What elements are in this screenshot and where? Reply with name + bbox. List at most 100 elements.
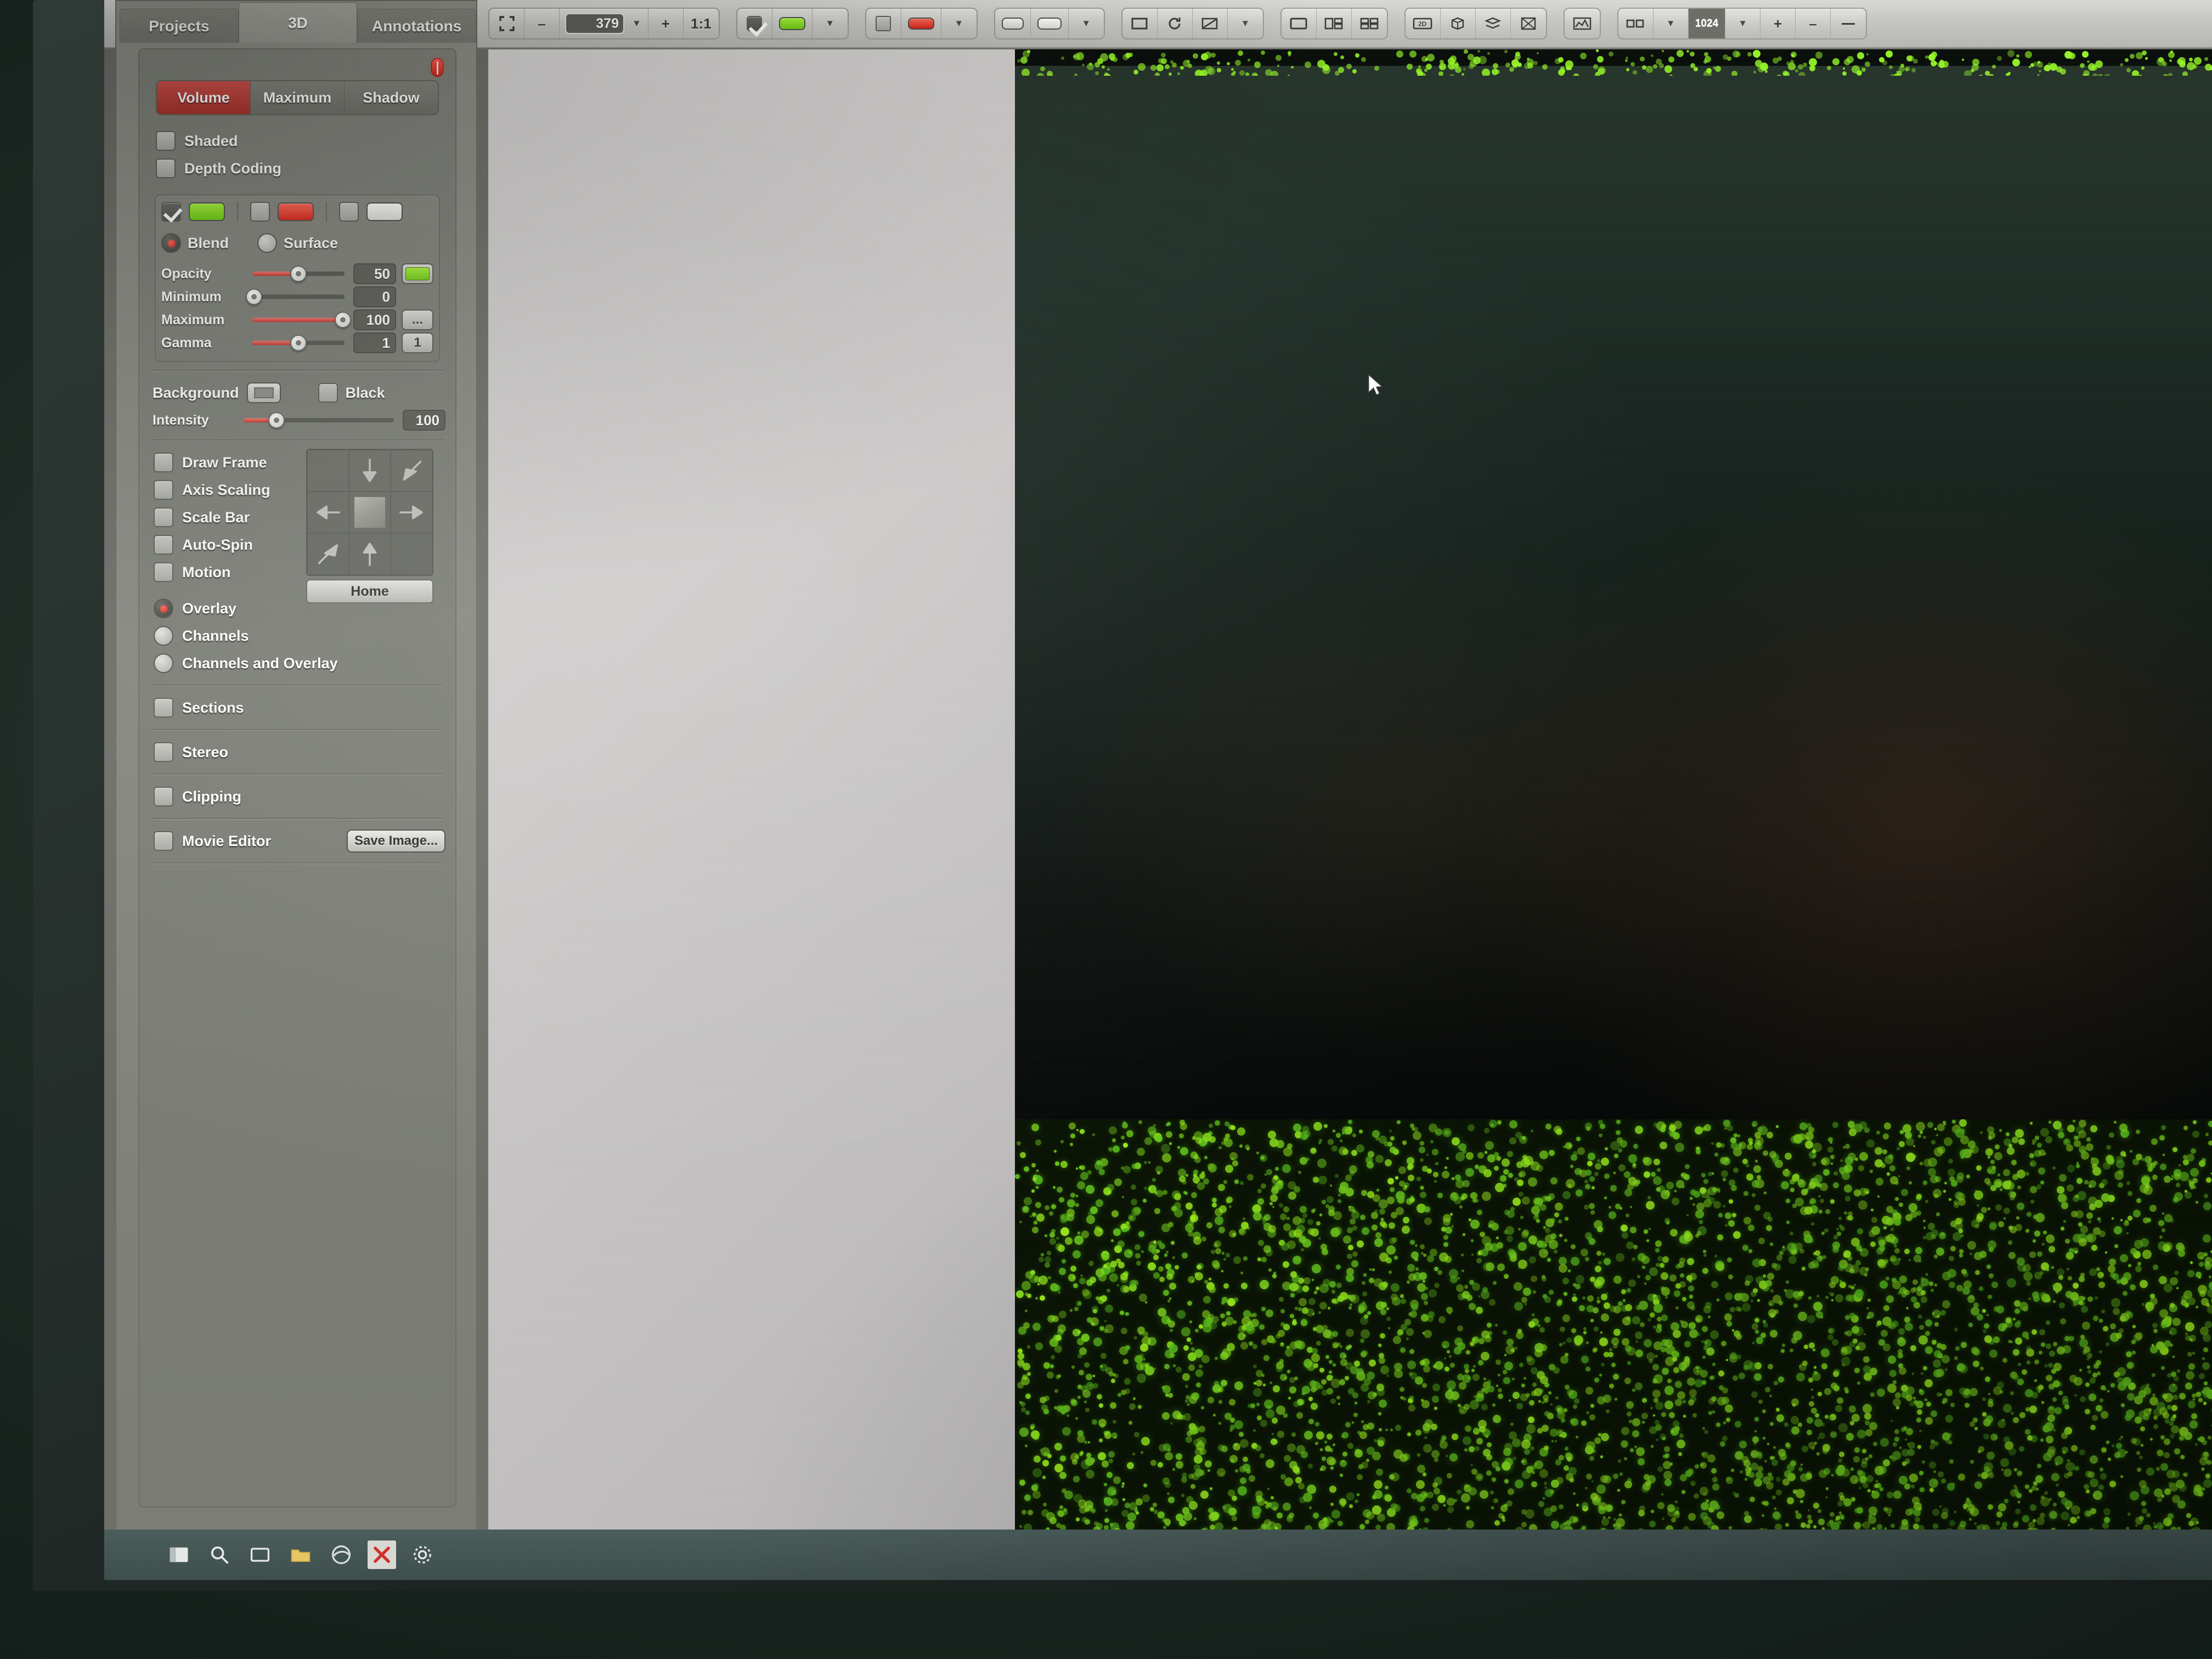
chevron-down-icon[interactable]: ▼	[1654, 9, 1689, 38]
chevron-down-icon[interactable]: ▼	[812, 9, 848, 38]
green-swatch-icon[interactable]	[772, 9, 812, 38]
checkbox-scale-bar[interactable]: Scale Bar	[154, 504, 329, 531]
refresh-icon[interactable]	[1158, 9, 1193, 38]
panel-icon[interactable]	[1122, 9, 1158, 38]
maximum-value[interactable]: 100	[353, 309, 396, 330]
shaded-checkbox[interactable]	[156, 131, 176, 151]
channels-and-overlay-radio[interactable]	[154, 653, 173, 673]
intensity-track[interactable]	[244, 412, 394, 428]
white-swatch-icon[interactable]	[1031, 9, 1069, 38]
channel-3-color-swatch[interactable]	[366, 202, 403, 221]
opacity-value[interactable]: 50	[353, 263, 396, 284]
zoom-value-field[interactable]: 379	[565, 13, 624, 34]
checkbox-clipping[interactable]: Clipping	[154, 783, 445, 810]
one-to-one-button[interactable]: 1:1	[684, 9, 719, 38]
status-badge[interactable]	[431, 58, 443, 77]
task-view-icon[interactable]	[246, 1541, 274, 1569]
tab-annotations[interactable]: Annotations	[357, 9, 477, 43]
zoom-in-button[interactable]: +	[648, 9, 684, 38]
pair-icon[interactable]	[1618, 9, 1654, 38]
file-explorer-icon[interactable]	[286, 1541, 315, 1569]
start-button-icon[interactable]	[165, 1541, 193, 1569]
stereo-checkbox[interactable]	[154, 742, 173, 762]
channel-1-color-swatch[interactable]	[189, 202, 225, 221]
single-pane-icon[interactable]	[1282, 9, 1317, 38]
minimum-thumb[interactable]	[246, 289, 263, 305]
histogram-icon[interactable]	[1565, 9, 1600, 38]
section-view-icon[interactable]	[1511, 9, 1546, 38]
fit-to-window-icon[interactable]	[489, 9, 524, 38]
tab-3d[interactable]: 3D	[238, 2, 358, 43]
surface-radio[interactable]	[257, 233, 278, 253]
arrow-down-left-icon[interactable]	[391, 450, 432, 492]
four-pane-icon[interactable]	[1352, 9, 1387, 38]
contrast-icon[interactable]	[1193, 9, 1228, 38]
orientation-cube[interactable]	[349, 492, 391, 533]
intensity-value[interactable]: 100	[403, 410, 445, 431]
checkbox-draw-frame[interactable]: Draw Frame	[154, 449, 329, 476]
chevron-down-icon[interactable]: ▼	[1069, 9, 1104, 38]
checkbox-axis-scaling[interactable]: Axis Scaling	[154, 476, 329, 504]
maximum-track[interactable]	[252, 312, 351, 328]
collapse-button[interactable]	[1831, 9, 1866, 38]
checkbox-stereo[interactable]: Stereo	[154, 738, 445, 766]
radio-overlay[interactable]: Overlay	[154, 595, 329, 622]
chevron-down-icon[interactable]: ▼	[1725, 9, 1761, 38]
arrow-up-left-icon[interactable]	[307, 533, 349, 575]
increment-button[interactable]: +	[1760, 9, 1796, 38]
auto-spin-checkbox[interactable]	[154, 535, 173, 555]
settings-gear-icon[interactable]	[408, 1541, 437, 1569]
background-black-checkbox[interactable]	[318, 383, 338, 403]
sections-checkbox[interactable]	[154, 698, 173, 718]
channel-2[interactable]	[250, 202, 327, 222]
tab-projects[interactable]: Projects	[120, 9, 239, 43]
imaris-app-icon[interactable]	[368, 1541, 396, 1569]
intensity-thumb[interactable]	[268, 412, 285, 428]
arrow-left-icon[interactable]	[307, 492, 349, 533]
2d-view-icon[interactable]: 2D	[1406, 9, 1441, 38]
checkbox-auto-spin[interactable]: Auto-Spin	[154, 531, 329, 558]
channel-checkbox-icon[interactable]	[737, 9, 772, 38]
checkbox-sections[interactable]: Sections	[154, 694, 445, 721]
opacity-track[interactable]	[252, 266, 345, 282]
arrow-right-icon[interactable]	[391, 492, 432, 533]
two-pane-icon[interactable]	[1317, 9, 1352, 38]
channels-radio[interactable]	[154, 626, 173, 646]
channel-2-checkbox[interactable]	[250, 202, 270, 222]
arrow-up-icon[interactable]	[349, 533, 391, 575]
home-button[interactable]: Home	[306, 579, 433, 603]
channel-1-checkbox[interactable]	[161, 202, 181, 222]
opacity-color-button[interactable]	[402, 263, 433, 284]
chevron-down-icon[interactable]: ▼	[1228, 9, 1263, 38]
gamma-value[interactable]: 1	[353, 332, 396, 353]
channel-3[interactable]	[339, 202, 415, 222]
slice-view-icon[interactable]	[1476, 9, 1511, 38]
3d-render-viewport[interactable]	[1015, 49, 2212, 1580]
red-swatch-icon[interactable]	[901, 9, 941, 38]
decrement-button[interactable]: –	[1796, 9, 1831, 38]
draw-frame-checkbox[interactable]	[154, 453, 173, 472]
gamma-thumb[interactable]	[290, 335, 307, 351]
background-color-swatch[interactable]	[246, 382, 281, 403]
gamma-track[interactable]	[252, 335, 345, 351]
blend-radio[interactable]	[161, 233, 181, 253]
depth-coding-checkbox[interactable]	[156, 159, 176, 178]
save-image-button[interactable]: Save Image...	[347, 830, 445, 853]
edge-browser-icon[interactable]	[327, 1541, 356, 1569]
checkbox-motion[interactable]: Motion	[154, 558, 329, 586]
clipping-checkbox[interactable]	[154, 787, 173, 806]
rounded-icon[interactable]	[995, 9, 1031, 38]
chevron-down-icon[interactable]: ▼	[628, 18, 646, 29]
channel-2-color-swatch[interactable]	[278, 202, 314, 221]
radio-channels[interactable]: Channels	[154, 622, 329, 650]
checkbox-depth-coding[interactable]: Depth Coding	[156, 155, 445, 182]
maximum-options-button[interactable]: ...	[402, 309, 433, 330]
zoom-out-button[interactable]: –	[524, 9, 560, 38]
navigation-pad[interactable]	[306, 449, 433, 576]
channel-3-checkbox[interactable]	[339, 202, 359, 222]
search-icon[interactable]	[205, 1541, 234, 1569]
radio-channels-and-overlay[interactable]: Channels and Overlay	[154, 650, 338, 677]
render-mode-volume[interactable]: Volume	[157, 81, 251, 114]
checkbox-shaded[interactable]: Shaded	[156, 127, 445, 155]
channel-1[interactable]	[161, 202, 238, 222]
